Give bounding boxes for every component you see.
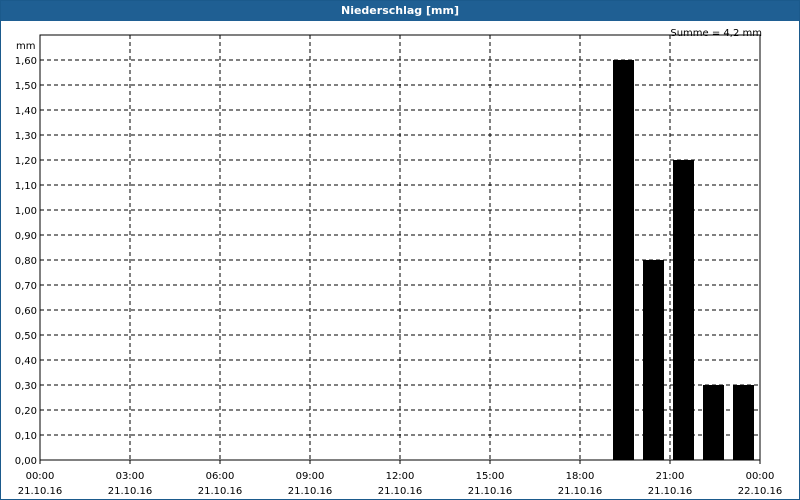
x-tick-time: 00:00	[26, 471, 55, 482]
x-tick-date: 21.10.16	[108, 486, 153, 497]
x-tick-date: 21.10.16	[288, 486, 333, 497]
bar	[703, 385, 724, 460]
y-tick-label: 1,60	[15, 56, 37, 67]
y-tick-label: 0,50	[15, 331, 37, 342]
x-tick-time: 18:00	[566, 471, 595, 482]
y-tick-label: 0,90	[15, 231, 37, 242]
y-tick-label: 1,50	[15, 81, 37, 92]
x-tick-time: 00:00	[746, 471, 775, 482]
x-tick-date: 21.10.16	[558, 486, 603, 497]
x-tick-date: 21.10.16	[18, 486, 63, 497]
bar	[673, 160, 694, 460]
x-tick-date: 22.10.16	[738, 486, 783, 497]
bars	[613, 60, 754, 460]
y-axis-unit-label: mm	[16, 41, 35, 52]
bar	[733, 385, 754, 460]
x-tick-labels: 00:00 21.10.16 03:00 21.10.16 06:00 21.10.16 0…	[18, 471, 783, 497]
bar	[613, 60, 634, 460]
precipitation-chart: 0,00 0,10 0,20 0,30 0,40 0,50 0,60 0,70 0,80 0,90…	[15, 28, 783, 497]
x-tick-date: 21.10.16	[468, 486, 513, 497]
y-tick-label: 1,10	[15, 181, 37, 192]
y-tick-label: 0,00	[15, 456, 37, 467]
y-tick-label: 1,30	[15, 131, 37, 142]
x-tick-time: 06:00	[206, 471, 235, 482]
x-tick-time: 15:00	[476, 471, 505, 482]
y-tick-label: 1,20	[15, 156, 37, 167]
y-tick-label: 0,70	[15, 281, 37, 292]
x-tick-date: 21.10.16	[198, 486, 243, 497]
y-tick-label: 0,30	[15, 381, 37, 392]
x-tick-date: 21.10.16	[378, 486, 423, 497]
x-tick-time: 21:00	[656, 471, 685, 482]
x-tick-time: 09:00	[296, 471, 325, 482]
y-tick-label: 0,10	[15, 431, 37, 442]
sum-annotation: Summe = 4,2 mm	[670, 28, 762, 39]
x-tick-time: 12:00	[386, 471, 415, 482]
bar	[643, 260, 664, 460]
y-tick-label: 0,60	[15, 306, 37, 317]
y-tick-label: 0,80	[15, 256, 37, 267]
y-tick-label: 1,00	[15, 206, 37, 217]
x-tick-time: 03:00	[116, 471, 145, 482]
y-tick-label: 1,40	[15, 106, 37, 117]
y-tick-labels: 0,00 0,10 0,20 0,30 0,40 0,50 0,60 0,70 0,80 0,90…	[15, 56, 37, 467]
y-tick-label: 0,20	[15, 406, 37, 417]
x-tick-date: 21.10.16	[648, 486, 693, 497]
y-tick-label: 0,40	[15, 356, 37, 367]
